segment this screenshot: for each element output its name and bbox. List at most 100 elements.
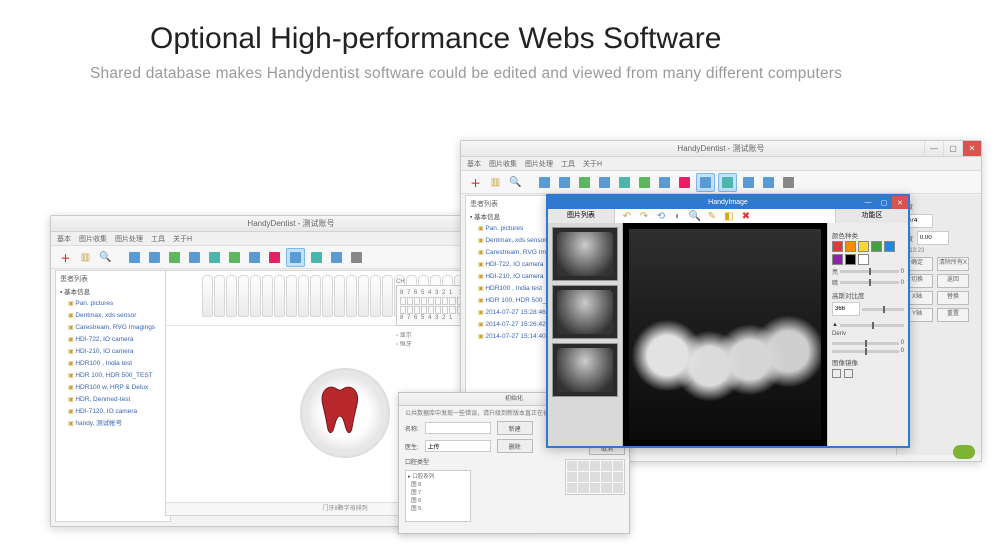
sharpen-slider[interactable] — [840, 324, 904, 327]
zoom-icon[interactable]: 🔍 — [689, 210, 701, 222]
tool-icon[interactable] — [206, 249, 223, 266]
tool-icon[interactable] — [308, 249, 325, 266]
deriv-y-slider[interactable] — [832, 350, 899, 353]
tool-icon[interactable] — [556, 174, 573, 191]
window-title: HandyDentist - 测试账号 — [677, 143, 764, 154]
tool-icon[interactable] — [676, 174, 693, 191]
mirror-x-checkbox[interactable] — [832, 369, 841, 378]
rotate-left-icon[interactable]: ↶ — [621, 210, 633, 222]
window-title: HandyDentist - 测试账号 — [247, 218, 334, 229]
add-icon[interactable]: ＋ — [467, 174, 484, 191]
tree-item[interactable]: Carestream, RVG Imagings — [68, 322, 166, 334]
delete-icon[interactable]: ✖ — [740, 210, 752, 222]
close-button[interactable]: ✕ — [892, 196, 908, 209]
tree-item[interactable]: HDR 100, HDR 500_TEST — [68, 370, 166, 382]
menu-item[interactable]: 关于H — [173, 234, 192, 244]
tree-item[interactable]: HDI-210, IO camera — [68, 346, 166, 358]
search-icon[interactable]: 🔍 — [97, 249, 114, 266]
tool-icon[interactable] — [286, 248, 305, 267]
layout-grid[interactable] — [565, 459, 625, 495]
thumbnail[interactable] — [552, 343, 618, 397]
folder-icon[interactable]: ▥ — [487, 174, 504, 191]
tree-item[interactable]: HDI-7120, IO camera — [68, 406, 166, 418]
close-button[interactable]: ✕ — [962, 141, 981, 156]
print-icon[interactable] — [348, 249, 365, 266]
reset-button[interactable]: 重置 — [937, 308, 969, 322]
color-icon[interactable]: ◧ — [723, 210, 735, 222]
invert-icon[interactable]: ◐ — [672, 210, 684, 222]
tree-item[interactable]: HDR, Denmed-test — [68, 394, 166, 406]
menu-item[interactable]: 图片处理 — [115, 234, 143, 244]
new-button[interactable]: 新建 — [497, 421, 533, 435]
replace-button[interactable]: 替换 — [937, 291, 969, 305]
name-input[interactable] — [425, 422, 491, 434]
rotate-right-icon[interactable]: ↷ — [638, 210, 650, 222]
thumbnail[interactable] — [552, 285, 618, 339]
tool-icon[interactable] — [616, 174, 633, 191]
tree-item[interactable]: Pan. pictures — [68, 298, 166, 310]
tool-icon[interactable] — [596, 174, 613, 191]
tool-icon[interactable] — [246, 249, 263, 266]
tool-icon[interactable] — [576, 174, 593, 191]
minimize-button[interactable]: — — [860, 196, 876, 209]
undo-icon[interactable]: ⟲ — [655, 210, 667, 222]
contrast-slider[interactable] — [840, 281, 899, 284]
delete-button[interactable]: 删除 — [497, 439, 533, 453]
menu-item[interactable]: 工具 — [151, 234, 165, 244]
tree-root[interactable]: 基本信息 — [64, 289, 90, 296]
tool-icon[interactable] — [740, 174, 757, 191]
deriv-x-slider[interactable] — [832, 342, 899, 345]
pencil-icon[interactable]: ✎ — [706, 210, 718, 222]
tree-item[interactable]: Dentmax, xds sensor — [68, 310, 166, 322]
tool-icon[interactable] — [126, 249, 143, 266]
clear-button[interactable]: 清除所有X — [937, 257, 969, 271]
menu-item[interactable]: 基本 — [57, 234, 71, 244]
tool-icon[interactable] — [656, 174, 673, 191]
patient-tree: 患者列表 ▪ 基本信息 Pan. picturesDentmax, xds se… — [55, 270, 171, 522]
menu-item[interactable]: 图片收集 — [489, 159, 517, 169]
mirror-y-checkbox[interactable] — [844, 369, 853, 378]
tool-icon[interactable] — [328, 249, 345, 266]
minimize-button[interactable]: — — [924, 141, 943, 156]
doctor-input[interactable] — [425, 440, 491, 452]
tool-icon[interactable] — [226, 249, 243, 266]
xray-view[interactable] — [623, 223, 827, 446]
maximize-button[interactable]: ▢ — [876, 196, 892, 209]
series-tree[interactable]: ▸ 口腔系列 图 8 图 7 图 6 图 5 — [405, 470, 471, 522]
back-button[interactable]: 返回 — [937, 274, 969, 288]
folder-icon[interactable]: ▥ — [77, 249, 94, 266]
ok-pill-button[interactable] — [953, 445, 975, 459]
menu-item[interactable]: 基本 — [467, 159, 481, 169]
permanent-checkbox[interactable]: ▫ 恒牙 — [396, 342, 412, 348]
tool-icon[interactable] — [166, 249, 183, 266]
tree-item[interactable]: HDR100 w, HRP & Delux — [68, 382, 166, 394]
print-icon[interactable] — [780, 174, 797, 191]
menu-item[interactable]: 关于H — [583, 159, 602, 169]
menu-item[interactable]: 图片收集 — [79, 234, 107, 244]
tree-item[interactable]: HDR100 , India test — [68, 358, 166, 370]
search-icon[interactable]: 🔍 — [507, 174, 524, 191]
gauss-input[interactable] — [832, 302, 860, 316]
maximize-button[interactable]: ▢ — [943, 141, 962, 156]
tool-icon[interactable] — [186, 249, 203, 266]
tool-icon[interactable] — [760, 174, 777, 191]
thumbnail[interactable] — [552, 227, 618, 281]
tool-icon[interactable] — [266, 249, 283, 266]
tool-icon[interactable] — [718, 173, 737, 192]
color-swatches[interactable] — [832, 241, 904, 265]
main-toolbar: ＋ ▥ 🔍 — [461, 171, 981, 194]
menu-item[interactable]: 工具 — [561, 159, 575, 169]
add-icon[interactable]: ＋ — [57, 249, 74, 266]
gauss-slider[interactable] — [862, 308, 904, 311]
tool-icon[interactable] — [636, 174, 653, 191]
tree-item[interactable]: handy, 测试帐号 — [68, 418, 166, 430]
tree-item[interactable]: HDI-722, IO camera — [68, 334, 166, 346]
tool-icon[interactable] — [536, 174, 553, 191]
menu-item[interactable]: 图片处理 — [525, 159, 553, 169]
tool-icon[interactable] — [146, 249, 163, 266]
tree-root[interactable]: 基本信息 — [474, 214, 500, 221]
height-input[interactable] — [917, 231, 949, 245]
tool-icon[interactable] — [696, 173, 715, 192]
function-label: 功能区 — [835, 209, 908, 223]
brightness-slider[interactable] — [840, 270, 899, 273]
